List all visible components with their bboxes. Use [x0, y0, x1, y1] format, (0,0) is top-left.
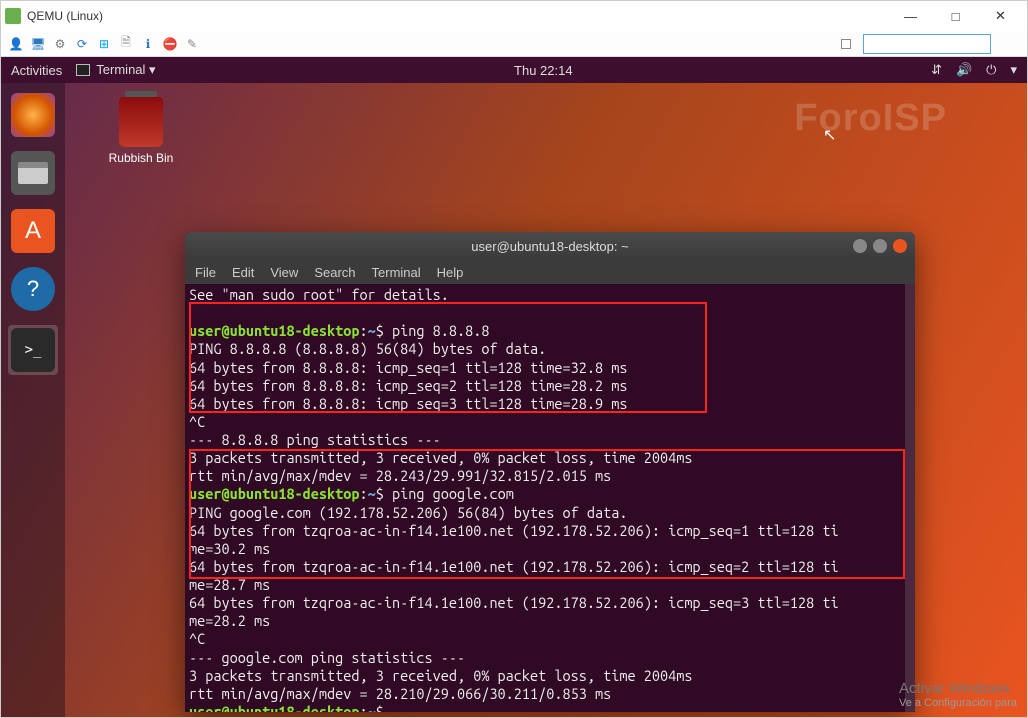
qemu-toolbar: 👤 🖥 ⚙ ⟳ ⊞ 🗎 ℹ ⛔ ✎: [1, 31, 1027, 57]
terminal-menubar: File Edit View Search Terminal Help: [185, 260, 915, 284]
prompt-colon: :: [360, 322, 368, 339]
monitor-icon[interactable]: 🖥: [29, 35, 47, 53]
prompt-path: ~: [368, 703, 376, 712]
clock[interactable]: Thu 22:14: [170, 63, 918, 78]
terminal-close-button[interactable]: [893, 239, 907, 253]
menu-help[interactable]: Help: [437, 265, 464, 280]
qemu-app-icon: [5, 8, 21, 24]
prompt-dollar: $: [376, 322, 384, 339]
term-line: 3 packets transmitted, 3 received, 0% pa…: [189, 449, 692, 466]
activate-windows-watermark: Activar Windows Ve a Configuración para: [899, 680, 1017, 709]
user-icon[interactable]: 👤: [7, 35, 25, 53]
gnome-topbar: Activities Terminal ▾ Thu 22:14 ⇵ 🔊 ⏻ ▾: [1, 57, 1027, 83]
term-line: me=28.2 ms: [189, 612, 270, 629]
activate-line2: Ve a Configuración para: [899, 697, 1017, 709]
menu-edit[interactable]: Edit: [232, 265, 254, 280]
dock-terminal[interactable]: [11, 328, 55, 372]
trash-label: Rubbish Bin: [101, 151, 181, 165]
term-line: --- 8.8.8.8 ping statistics ---: [189, 431, 441, 448]
qemu-title: QEMU (Linux): [27, 9, 103, 23]
dock: A ?: [1, 83, 65, 717]
trash-icon: [119, 97, 163, 147]
term-line: 64 bytes from tzqroa-ac-in-f14.1e100.net…: [189, 594, 839, 611]
system-tray: ⇵ 🔊 ⏻ ▾: [931, 62, 1017, 78]
toolbar-search-input[interactable]: [863, 34, 991, 54]
prompt-colon: :: [360, 485, 368, 502]
ubuntu-desktop: Activities Terminal ▾ Thu 22:14 ⇵ 🔊 ⏻ ▾ …: [1, 57, 1027, 717]
prompt-path: ~: [368, 485, 376, 502]
prompt-user: user@ubuntu18-desktop: [189, 703, 360, 712]
terminal-titlebar[interactable]: user@ubuntu18-desktop: ~: [185, 232, 915, 260]
term-line: See "man sudo_root" for details.: [189, 286, 449, 303]
refresh-icon[interactable]: ⟳: [73, 35, 91, 53]
terminal-title: user@ubuntu18-desktop: ~: [471, 239, 628, 254]
term-line: me=30.2 ms: [189, 540, 270, 557]
dropdown-icon[interactable]: ▾: [1010, 62, 1017, 78]
terminal-icon: [76, 64, 90, 76]
app-indicator[interactable]: Terminal ▾: [76, 62, 155, 78]
term-line: ^C: [189, 413, 205, 430]
dock-terminal-active[interactable]: [8, 325, 58, 375]
terminal-window: user@ubuntu18-desktop: ~ File Edit View …: [185, 232, 915, 712]
activities-button[interactable]: Activities: [11, 63, 62, 78]
maximize-button[interactable]: □: [933, 2, 978, 30]
dock-help[interactable]: ?: [11, 267, 55, 311]
document-icon[interactable]: 🗎: [117, 35, 135, 53]
prompt-colon: :: [360, 703, 368, 712]
term-line: --- google.com ping statistics ---: [189, 649, 465, 666]
menu-terminal[interactable]: Terminal: [372, 265, 421, 280]
term-line: PING 8.8.8.8 (8.8.8.8) 56(84) bytes of d…: [189, 340, 546, 357]
terminal-maximize-button[interactable]: [873, 239, 887, 253]
power-icon[interactable]: ⏻: [986, 62, 996, 78]
menu-file[interactable]: File: [195, 265, 216, 280]
info-icon[interactable]: ℹ: [139, 35, 157, 53]
prompt-user: user@ubuntu18-desktop: [189, 485, 360, 502]
term-line: 64 bytes from tzqroa-ac-in-f14.1e100.net…: [189, 522, 839, 539]
dock-files[interactable]: [11, 151, 55, 195]
term-line: 64 bytes from 8.8.8.8: icmp_seq=2 ttl=12…: [189, 377, 627, 394]
term-line: rtt min/avg/max/mdev = 28.243/29.991/32.…: [189, 467, 611, 484]
terminal-minimize-button[interactable]: [853, 239, 867, 253]
term-cmd: ping google.com: [392, 485, 514, 502]
close-button[interactable]: ✕: [978, 2, 1023, 30]
terminal-scrollbar[interactable]: [905, 284, 915, 712]
term-line: ^C: [189, 630, 205, 647]
term-line: 64 bytes from tzqroa-ac-in-f14.1e100.net…: [189, 558, 839, 575]
activate-line1: Activar Windows: [899, 680, 1017, 697]
dock-software[interactable]: A: [11, 209, 55, 253]
network-icon[interactable]: ⇵: [931, 62, 942, 78]
dock-firefox[interactable]: [11, 93, 55, 137]
term-line: rtt min/avg/max/mdev = 28.210/29.066/30.…: [189, 685, 611, 702]
qemu-titlebar[interactable]: QEMU (Linux) — □ ✕: [1, 1, 1027, 31]
app-indicator-label: Terminal ▾: [96, 62, 155, 78]
trash-desktop-icon[interactable]: Rubbish Bin: [101, 97, 181, 165]
term-line: me=28.7 ms: [189, 576, 270, 593]
prompt-path: ~: [368, 322, 376, 339]
term-cmd: ping 8.8.8.8: [392, 322, 489, 339]
watermark: ForoISP: [794, 97, 947, 140]
menu-view[interactable]: View: [270, 265, 298, 280]
term-line: 64 bytes from 8.8.8.8: icmp_seq=1 ttl=12…: [189, 359, 627, 376]
prompt-dollar: $: [376, 485, 384, 502]
qemu-window: QEMU (Linux) — □ ✕ 👤 🖥 ⚙ ⟳ ⊞ 🗎 ℹ ⛔ ✎ Act…: [0, 0, 1028, 718]
toolbar-checkbox[interactable]: [841, 39, 851, 49]
term-line: 64 bytes from 8.8.8.8: icmp_seq=3 ttl=12…: [189, 395, 627, 412]
terminal-body[interactable]: See "man sudo_root" for details. user@ub…: [185, 284, 915, 712]
minimize-button[interactable]: —: [888, 2, 933, 30]
term-line: PING google.com (192.178.52.206) 56(84) …: [189, 504, 627, 521]
prompt-user: user@ubuntu18-desktop: [189, 322, 360, 339]
stop-icon[interactable]: ⛔: [161, 35, 179, 53]
volume-icon[interactable]: 🔊: [956, 62, 972, 78]
windows-icon[interactable]: ⊞: [95, 35, 113, 53]
edit-icon[interactable]: ✎: [183, 35, 201, 53]
menu-search[interactable]: Search: [314, 265, 355, 280]
gear-icon[interactable]: ⚙: [51, 35, 69, 53]
prompt-dollar: $: [376, 703, 384, 712]
term-line: 3 packets transmitted, 3 received, 0% pa…: [189, 667, 692, 684]
